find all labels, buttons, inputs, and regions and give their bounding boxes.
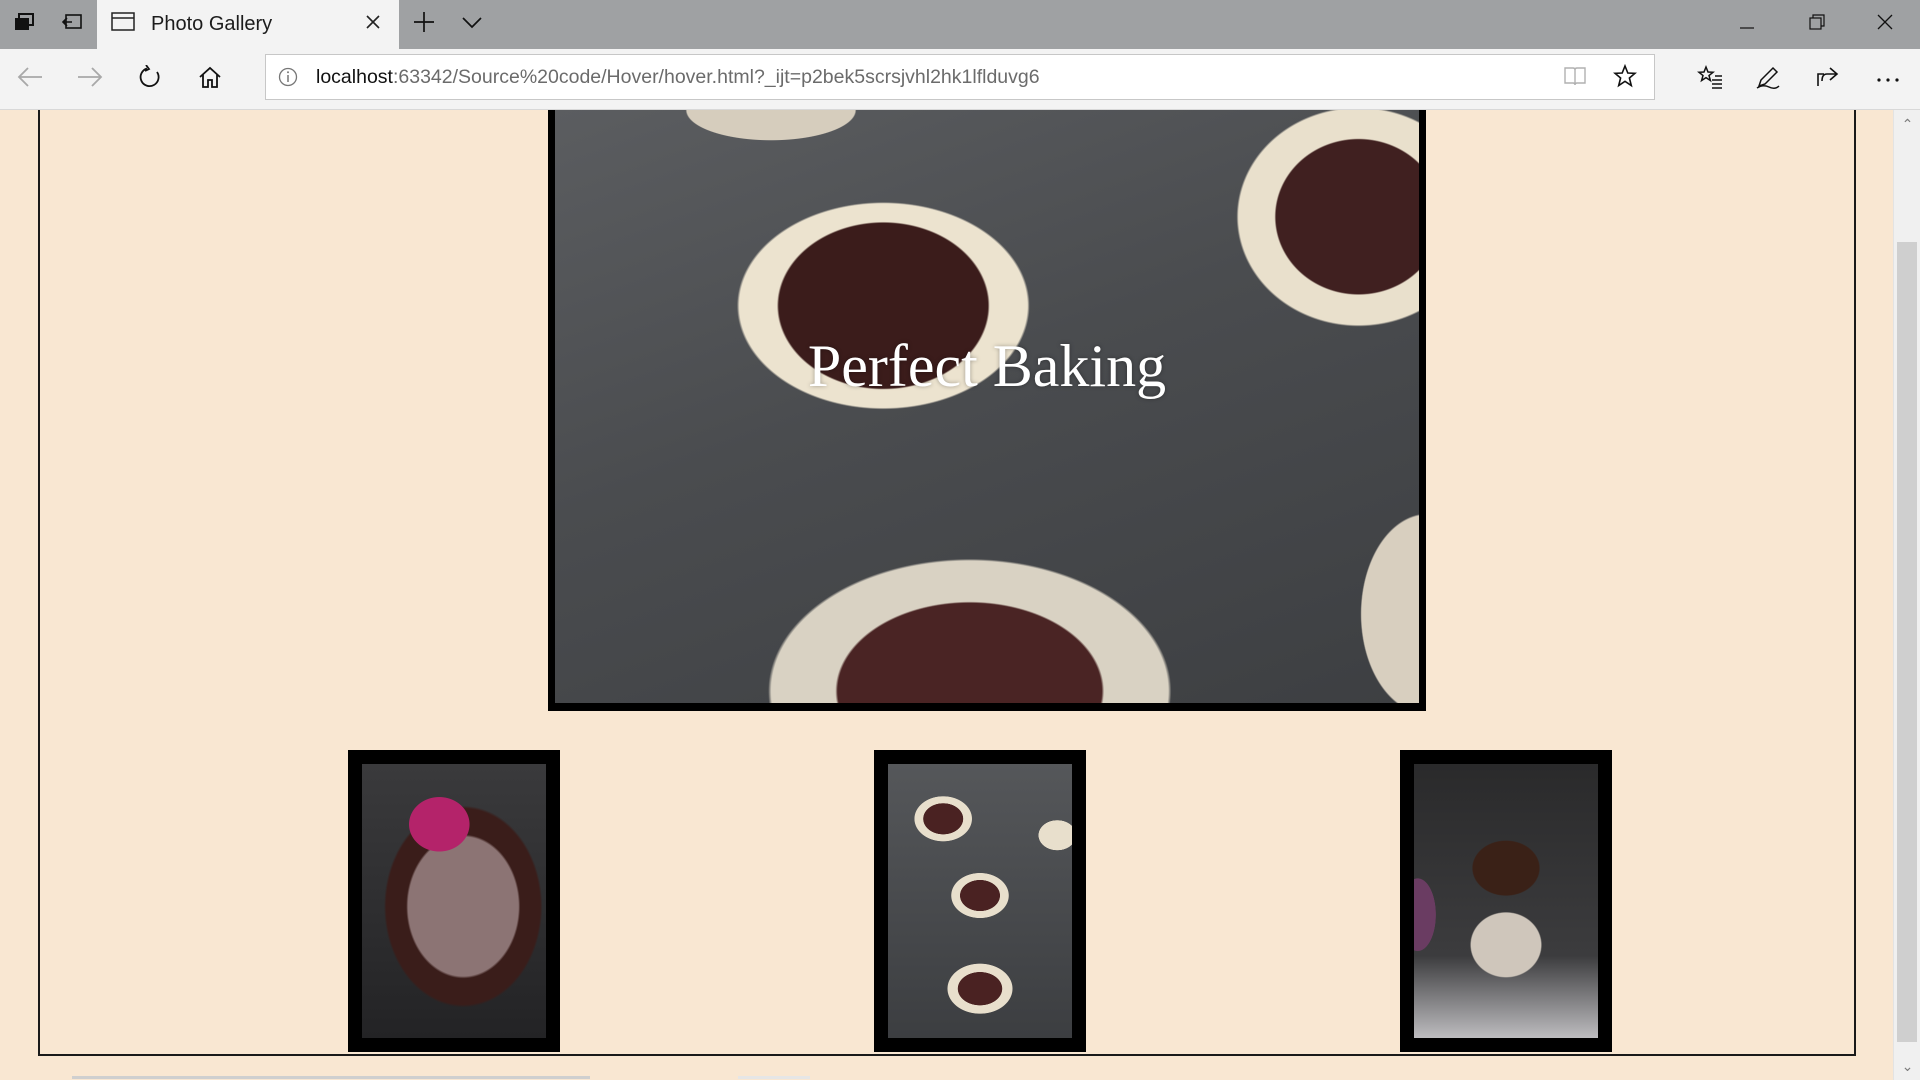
page-icon <box>111 12 135 37</box>
scroll-down-icon[interactable]: ⌄ <box>1894 1054 1920 1078</box>
thumbnail-1[interactable] <box>348 750 560 1052</box>
close-window-button[interactable] <box>1850 0 1920 49</box>
restore-button[interactable] <box>1782 0 1852 49</box>
notes-button[interactable] <box>1744 55 1792 103</box>
tab-title: Photo Gallery <box>151 13 273 35</box>
share-icon <box>1815 65 1841 94</box>
thumbnail-photo <box>888 764 1072 1038</box>
forward-button[interactable] <box>66 55 114 103</box>
address-bar[interactable]: localhost:63342/Source%20code/Hover/hove… <box>265 54 1655 100</box>
close-tab-button[interactable] <box>361 12 385 36</box>
plus-icon <box>413 11 435 38</box>
back-arrow-icon <box>17 66 43 93</box>
more-button[interactable] <box>1864 55 1912 103</box>
horizontal-scrollbar-track-mark <box>738 1076 810 1079</box>
back-button[interactable] <box>6 55 54 103</box>
scrollbar-thumb[interactable] <box>1897 242 1917 1042</box>
info-icon[interactable] <box>266 55 310 99</box>
reading-view-button[interactable] <box>1562 65 1588 91</box>
thumbnail-3[interactable] <box>1400 750 1612 1052</box>
vertical-scrollbar[interactable]: ⌃ ⌄ <box>1893 110 1920 1080</box>
scroll-up-icon[interactable]: ⌃ <box>1894 112 1920 136</box>
add-favorite-button[interactable] <box>1612 63 1638 93</box>
new-tab-button[interactable] <box>400 0 448 49</box>
share-button[interactable] <box>1804 55 1852 103</box>
close-icon <box>1877 14 1893 35</box>
hero-photo: Perfect Baking <box>555 110 1419 703</box>
minimize-button[interactable] <box>1712 0 1782 49</box>
more-icon <box>1876 70 1900 88</box>
hero-caption: Perfect Baking <box>807 333 1167 399</box>
chevron-down-icon <box>462 16 482 34</box>
home-icon <box>198 65 222 94</box>
thumbnail-2[interactable] <box>874 750 1086 1052</box>
tab-list-button[interactable] <box>448 0 496 49</box>
tab-photo-gallery[interactable]: Photo Gallery <box>97 0 399 49</box>
url-host: localhost <box>316 65 393 88</box>
thumbnail-photo <box>362 764 546 1038</box>
navigation-toolbar: localhost:63342/Source%20code/Hover/hove… <box>0 49 1920 110</box>
forward-arrow-icon <box>77 66 103 93</box>
horizontal-scrollbar-thumb[interactable] <box>72 1076 590 1079</box>
set-tabs-aside-button[interactable] <box>48 0 96 49</box>
page-viewport: Perfect Baking <box>0 110 1893 1080</box>
url-path: :63342/Source%20code/Hover/hover.html?_i… <box>392 65 1040 88</box>
tab-actions-button[interactable] <box>0 0 48 49</box>
thumbnail-photo <box>1414 764 1598 1038</box>
pen-icon <box>1755 64 1781 95</box>
url-text[interactable]: localhost:63342/Source%20code/Hover/hove… <box>316 66 1040 89</box>
book-icon <box>1563 66 1587 91</box>
hero-image[interactable]: Perfect Baking <box>548 110 1426 711</box>
refresh-icon <box>138 63 162 94</box>
favorites-icon <box>1697 64 1723 94</box>
refresh-button[interactable] <box>126 55 174 103</box>
home-button[interactable] <box>186 55 234 103</box>
minimize-icon <box>1740 16 1754 34</box>
tabs-aside-icon <box>13 12 35 37</box>
tab-strip: Photo Gallery <box>0 0 1920 50</box>
gallery-frame: Perfect Baking <box>38 110 1856 1056</box>
restore-icon <box>1809 14 1825 35</box>
close-icon <box>365 14 381 35</box>
set-tabs-aside-icon <box>61 13 83 36</box>
horizontal-scrollbar[interactable] <box>0 1075 1893 1080</box>
star-icon <box>1612 63 1638 93</box>
favorites-hub-button[interactable] <box>1686 55 1734 103</box>
